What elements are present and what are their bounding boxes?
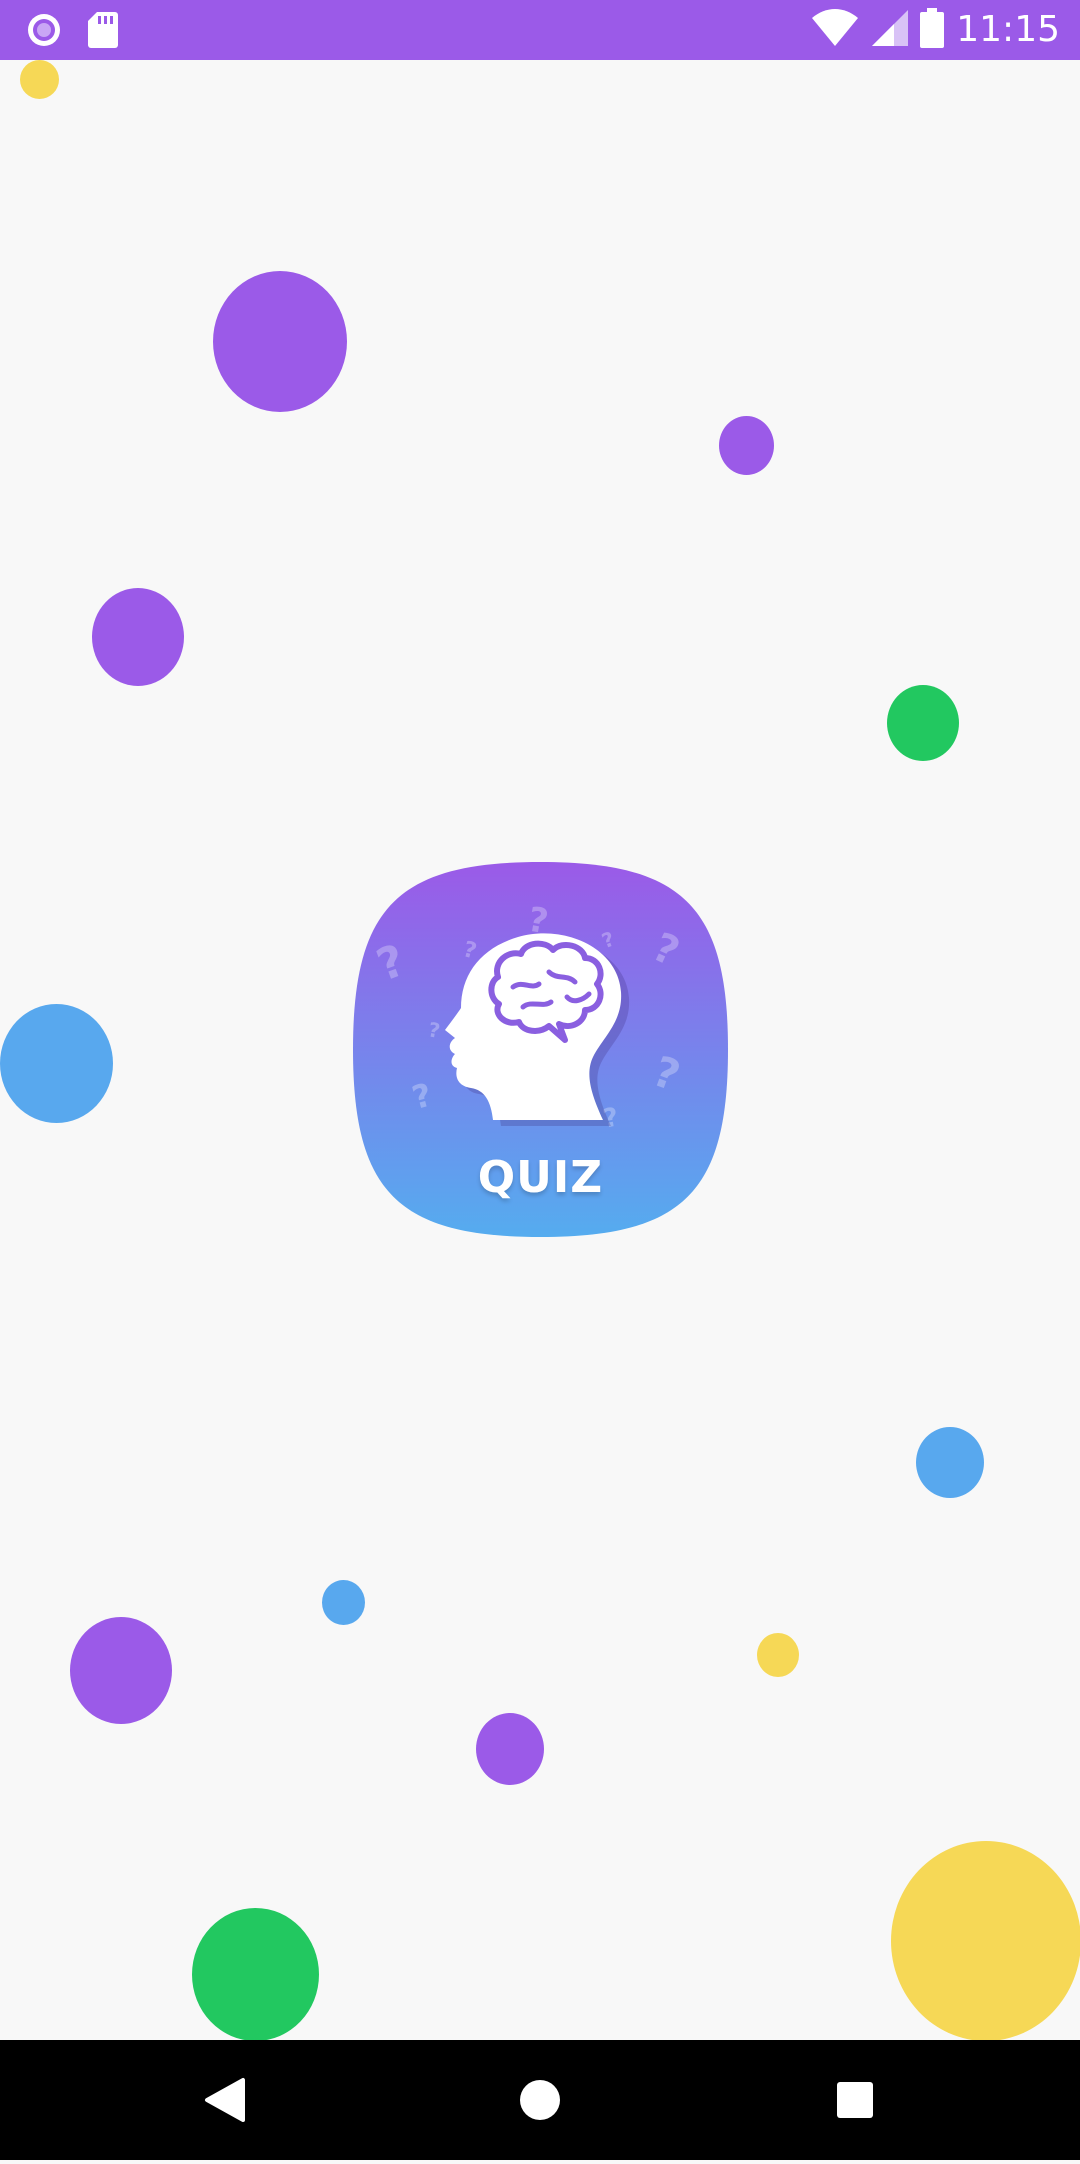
app-logo: ? ? ? ? ? ? ? ? ? QUIZ [353, 862, 728, 1237]
back-button[interactable] [145, 2040, 305, 2160]
decorative-dot [891, 1841, 1080, 2041]
decorative-dot [213, 271, 347, 412]
decorative-dot [887, 685, 959, 761]
wifi-icon [812, 8, 859, 52]
recents-button[interactable] [775, 2040, 935, 2160]
decorative-dot [20, 60, 59, 99]
decorative-dot [70, 1617, 172, 1724]
decorative-dot [757, 1633, 799, 1677]
decorative-dot [322, 1580, 365, 1625]
decorative-dot [476, 1713, 544, 1785]
home-button[interactable] [460, 2040, 620, 2160]
logo-title: QUIZ [477, 1152, 604, 1203]
record-icon [26, 12, 62, 52]
signal-icon [870, 8, 909, 52]
decorative-dot [192, 1908, 319, 2041]
decorative-dot [916, 1427, 984, 1498]
decorative-dot [92, 588, 184, 686]
battery-icon [920, 8, 945, 52]
sd-card-icon [88, 12, 118, 52]
splash-screen: ? ? ? ? ? ? ? ? ? QUIZ [0, 60, 1080, 2041]
decorative-dot [719, 416, 774, 475]
recents-icon [837, 2082, 873, 2118]
clock: 11:15 [956, 9, 1060, 50]
home-icon [520, 2080, 560, 2120]
navigation-bar [0, 2040, 1080, 2160]
status-bar: 11:15 [0, 0, 1080, 60]
decorative-dot [0, 1004, 113, 1123]
back-icon [205, 2078, 245, 2122]
